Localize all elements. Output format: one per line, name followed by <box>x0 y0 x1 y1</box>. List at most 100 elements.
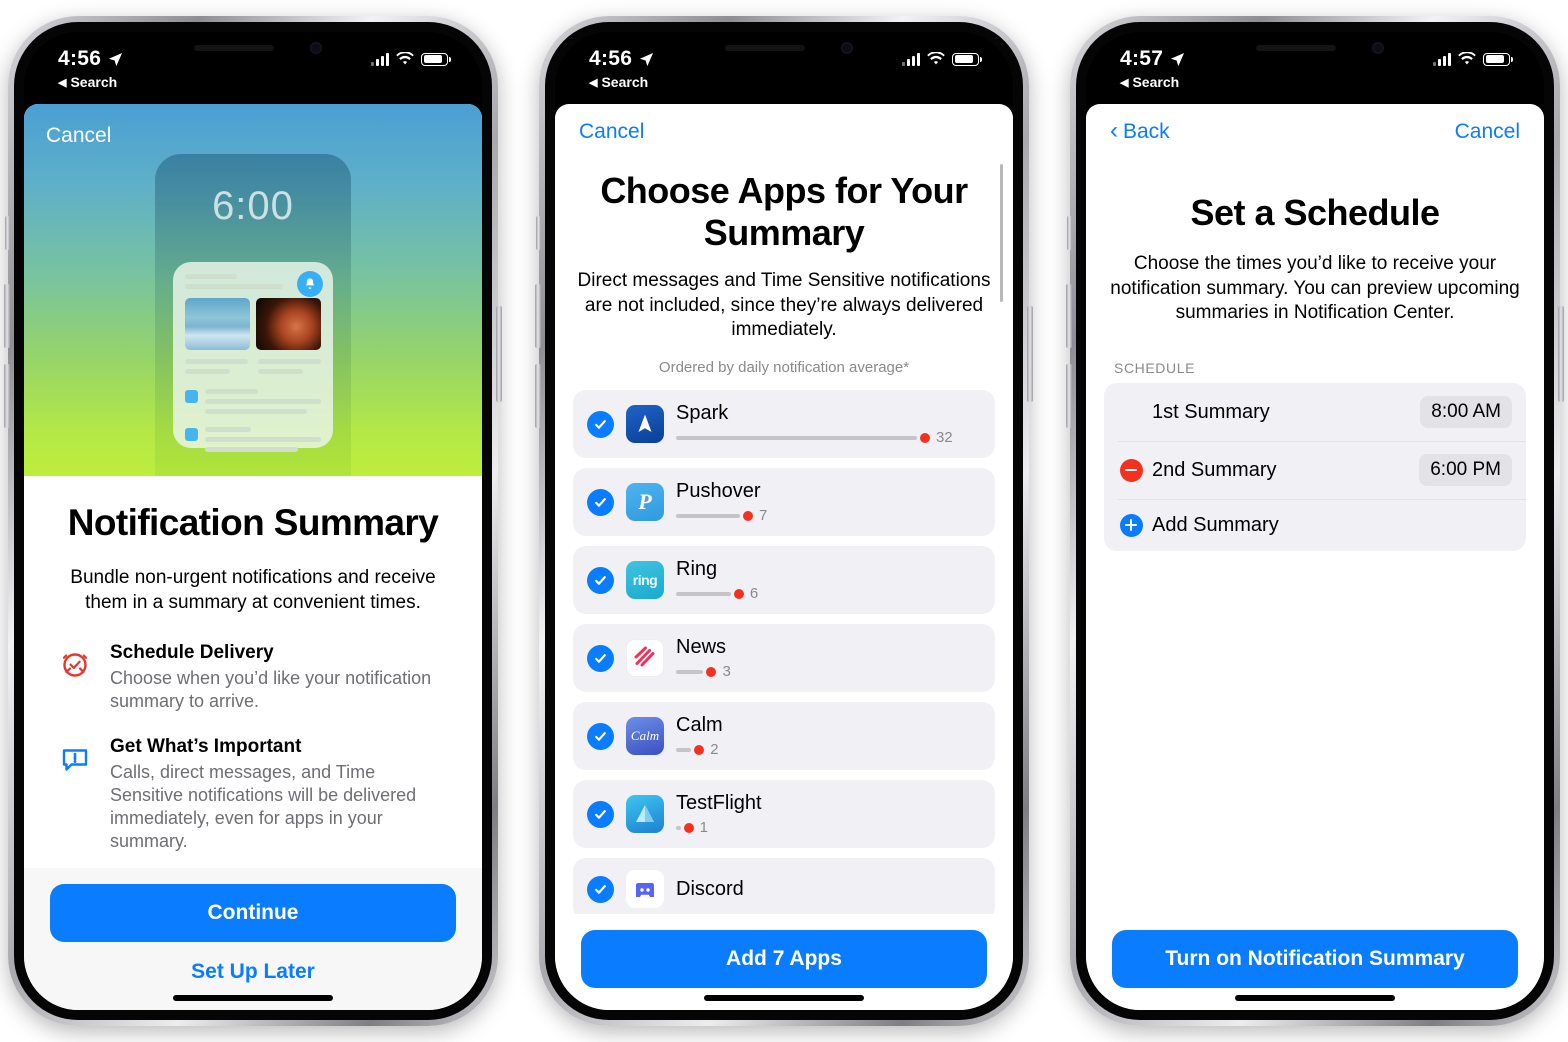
feature-schedule-delivery: Schedule Delivery Choose when you’d like… <box>56 641 450 713</box>
volume-down-button[interactable] <box>535 364 541 428</box>
home-indicator[interactable] <box>1235 995 1395 1001</box>
feature-list: Schedule Delivery Choose when you’d like… <box>56 641 450 853</box>
back-label: Search <box>1132 74 1180 90</box>
app-name: Ring <box>676 558 718 580</box>
mock-notification-card <box>173 262 333 452</box>
volume-up-button[interactable] <box>1066 284 1072 348</box>
home-indicator[interactable] <box>704 995 864 1001</box>
volume-up-button[interactable] <box>535 284 541 348</box>
schedule-row-title: 1st Summary <box>1152 400 1270 423</box>
exclamation-bubble-icon <box>56 739 94 777</box>
remove-summary-button[interactable] <box>1118 457 1144 483</box>
checkmark-icon[interactable] <box>587 410 614 438</box>
page-subtitle-3: Choose the times you’d like to receive y… <box>1110 253 1520 324</box>
power-button[interactable] <box>1558 306 1564 402</box>
power-button[interactable] <box>496 306 502 402</box>
notification-meter <box>676 435 917 440</box>
onboarding-sheet-2: Cancel Choose Apps for Your Summary Dire… <box>555 104 1013 1010</box>
app-count: 32 <box>935 429 953 446</box>
checkmark-icon[interactable] <box>587 566 614 594</box>
app-count: 7 <box>759 507 768 524</box>
phone-screen-2: 4:56 ◀ Search Cancel Choose Apps for You… <box>555 32 1013 1010</box>
mock-lockscreen-time: 6:00 <box>212 184 294 228</box>
app-row-ring[interactable]: ring Ring 6 <box>573 546 995 614</box>
back-triangle-icon: ◀ <box>589 76 598 89</box>
schedule-row-2nd-summary[interactable]: 2nd Summary 6:00 PM <box>1104 441 1526 499</box>
app-count: 3 <box>722 663 731 680</box>
location-arrow-icon <box>1171 52 1185 66</box>
back-label: Search <box>601 74 649 90</box>
app-row-testflight[interactable]: TestFlight 1 <box>573 780 995 848</box>
app-row-discord[interactable]: Discord <box>573 858 995 920</box>
mute-switch[interactable] <box>536 216 541 250</box>
back-triangle-icon: ◀ <box>1120 76 1129 89</box>
checkmark-icon[interactable] <box>587 800 614 828</box>
app-row-calm[interactable]: Calm Calm 2 <box>573 702 995 770</box>
status-time-group: 4:56 <box>58 47 123 71</box>
wifi-icon <box>927 52 945 65</box>
location-arrow-icon <box>640 52 654 66</box>
meter-dot-icon <box>743 510 754 521</box>
mute-switch[interactable] <box>5 216 10 250</box>
schedule-row-title: Add Summary <box>1152 513 1279 536</box>
cellular-bars-icon <box>371 52 389 66</box>
turn-on-notification-summary-button[interactable]: Turn on Notification Summary <box>1112 930 1518 988</box>
meter-dot-icon <box>919 432 930 443</box>
ring-app-icon: ring <box>626 561 664 599</box>
add-summary-icon-wrap[interactable] <box>1118 512 1144 538</box>
mute-switch[interactable] <box>1067 216 1072 250</box>
mock-image-planet <box>256 298 321 350</box>
notification-meter <box>676 513 741 518</box>
scrollbar[interactable] <box>1000 164 1003 302</box>
back-to-search-link[interactable]: ◀ Search <box>1120 74 1510 90</box>
checkmark-icon[interactable] <box>587 644 614 672</box>
schedule-section-label: SCHEDULE <box>1114 360 1196 377</box>
page-title-1: Notification Summary <box>67 502 439 543</box>
power-button[interactable] <box>1027 306 1033 402</box>
schedule-row-1st-summary[interactable]: 1st Summary 8:00 AM <box>1104 383 1526 441</box>
checkmark-icon[interactable] <box>587 722 614 750</box>
app-count: 6 <box>749 585 759 602</box>
continue-button[interactable]: Continue <box>50 884 456 942</box>
volume-up-button[interactable] <box>4 284 10 348</box>
meter-dot-icon <box>706 666 717 677</box>
volume-down-button[interactable] <box>1066 364 1072 428</box>
wifi-icon <box>396 52 414 65</box>
page-title-2: Choose Apps for Your Summary <box>600 170 968 254</box>
home-indicator[interactable] <box>173 995 333 1001</box>
checkmark-icon[interactable] <box>587 488 614 516</box>
back-to-search-link[interactable]: ◀ Search <box>58 74 448 90</box>
schedule-row-title: 2nd Summary <box>1152 458 1277 481</box>
phone-3: 4:57 ◀ Search ‹ Back Cancel Set a Schedu… <box>1066 16 1564 1026</box>
cancel-button-3[interactable]: Cancel <box>1455 120 1520 144</box>
notification-meter <box>676 747 692 752</box>
status-time: 4:57 <box>1120 47 1164 70</box>
set-up-later-button[interactable]: Set Up Later <box>50 942 456 988</box>
app-row-pushover[interactable]: P Pushover 7 <box>573 468 995 536</box>
app-row-news[interactable]: News 3 <box>573 624 995 692</box>
cancel-button-1[interactable]: Cancel <box>46 124 111 148</box>
add-apps-button[interactable]: Add 7 Apps <box>581 930 987 988</box>
schedule-time-button[interactable]: 8:00 AM <box>1420 396 1512 429</box>
app-name: Discord <box>676 878 744 900</box>
back-to-search-link[interactable]: ◀ Search <box>589 74 979 90</box>
checkmark-icon[interactable] <box>587 875 614 903</box>
cellular-bars-icon <box>902 52 920 66</box>
notification-meter <box>676 825 681 830</box>
app-name: TestFlight <box>676 792 762 814</box>
schedule-time-button[interactable]: 6:00 PM <box>1419 454 1512 487</box>
onboarding-body-1: Notification Summary Bundle non-urgent n… <box>24 476 482 854</box>
back-button[interactable]: ‹ Back <box>1110 119 1170 144</box>
schedule-row-add-summary[interactable]: Add Summary <box>1104 499 1526 551</box>
app-count: 1 <box>699 819 708 836</box>
status-time-group: 4:57 <box>1120 47 1185 71</box>
onboarding-sheet-1: Cancel 6:00 Notification Summary Bundle … <box>24 104 482 1010</box>
wifi-icon <box>1458 52 1476 65</box>
calm-app-icon: Calm <box>626 717 664 755</box>
app-row-spark[interactable]: Spark 32 <box>573 390 995 458</box>
mock-image-landscape <box>185 298 250 350</box>
app-list: Spark 32 P Pushover 7 ring Ring 6 News 3… <box>555 390 1013 920</box>
schedule-group: 1st Summary 8:00 AM 2nd Summary 6:00 PM <box>1104 383 1526 552</box>
cancel-button-2[interactable]: Cancel <box>579 120 989 144</box>
volume-down-button[interactable] <box>4 364 10 428</box>
